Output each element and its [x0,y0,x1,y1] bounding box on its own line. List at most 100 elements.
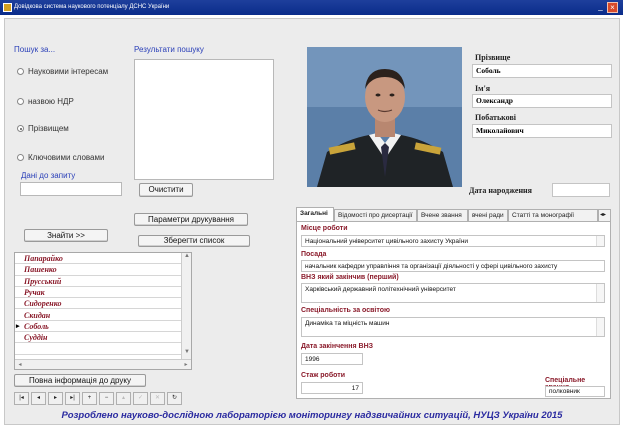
list-item-label: Папарайко [24,254,63,263]
tab-dissertations[interactable]: Відомості про дисертації [334,209,417,221]
birthdate-label: Дата народження [469,186,532,195]
field-scrollbar[interactable] [596,318,604,336]
clear-button[interactable]: Очистити [139,183,193,197]
grad-date-label: Дата закінчення ВНЗ [301,343,374,350]
tab-academic-title[interactable]: Вчене звання [417,209,468,221]
specialty-field[interactable]: Динаміка та міцність машин [301,317,605,337]
list-item[interactable]: Сидоренко [15,298,181,310]
list-item[interactable]: Ручак [15,287,181,299]
surname-list[interactable]: Папарайко Пашенко Прусський Ручак Сидоре… [14,252,192,370]
position-field[interactable]: начальник кафедри управління та організа… [301,260,605,272]
list-item[interactable]: Скидан [15,310,181,321]
scroll-left-icon[interactable]: ◂ [15,361,25,368]
list-item-label: Сидоренко [24,299,62,309]
tab-scroll-arrows[interactable]: ◂▸ [598,209,611,221]
radio-label: Науковими інтересам [28,67,109,76]
full-print-button[interactable]: Повна інформація до друку [14,374,146,387]
list-item[interactable]: Пашенко [15,264,181,276]
patronymic-field[interactable]: Миколайович [472,124,612,138]
current-row-icon: ▸ [16,321,20,330]
radio-icon [17,154,24,161]
post-record-icon[interactable]: ✓ [133,392,148,405]
query-input[interactable] [20,182,122,196]
surname-field[interactable]: Соболь [472,64,612,78]
special-rank-field[interactable]: полковник [545,386,605,397]
query-label: Дані до запиту [21,171,76,180]
experience-label: Стаж роботи [301,372,345,379]
list-item-label: Соболь [24,321,49,331]
university-value: Харківський державний політехнічний унів… [305,286,456,293]
list-item-label: Скидан [24,310,51,320]
photo-image [307,47,462,187]
edit-record-icon[interactable]: ▴ [116,392,131,405]
cancel-record-icon[interactable]: ✕ [150,392,165,405]
radio-label: Прізвищем [28,124,69,133]
person-photo [307,47,462,187]
delete-record-icon[interactable]: − [99,392,114,405]
first-name-label: Ім'я [475,84,491,93]
specialty-value: Динаміка та міцність машин [305,320,390,327]
tab-councils[interactable]: вчені ради [468,209,508,221]
results-memo[interactable] [134,59,274,180]
radio-selected-icon [17,125,24,132]
insert-record-icon[interactable]: + [82,392,97,405]
next-record-icon[interactable]: ▸ [48,392,63,405]
first-record-icon[interactable]: |◂ [14,392,29,405]
radio-option-interests[interactable]: Науковими інтересам [17,67,108,76]
tab-general[interactable]: Загальні [296,207,334,221]
minimize-button[interactable]: _ [595,2,606,13]
position-label: Посада [301,251,327,258]
chevron-right-icon[interactable]: ▸ [603,212,606,218]
surname-label: Прізвище [475,53,511,62]
list-item-label: Пашенко [24,265,57,275]
birthdate-field[interactable] [552,183,610,197]
workplace-field[interactable]: Національний університет цивільного захи… [301,235,605,247]
experience-field[interactable]: 17 [301,382,363,394]
specialty-label: Спеціальність за освітою [301,307,390,314]
workplace-label: Місце роботи [301,225,348,232]
app-icon [3,3,12,12]
radio-option-surname[interactable]: Прізвищем [17,124,69,133]
list-item-label: Прусський [24,276,62,286]
tab-panel-general: Місце роботи Національний університет ци… [296,221,611,399]
scroll-down-icon[interactable]: ▼ [182,349,191,355]
university-label: ВНЗ який закінчив (перший) [301,274,399,281]
list-horizontal-scrollbar[interactable]: ◂ ▸ [15,359,191,369]
grad-date-field[interactable]: 1996 [301,353,363,365]
field-scrollbar[interactable] [596,284,604,302]
scroll-right-icon[interactable]: ▸ [181,361,191,368]
radio-option-keywords[interactable]: Ключовими словами [17,153,104,162]
find-button[interactable]: Знайти >> [24,229,108,242]
list-item[interactable] [15,343,181,355]
radio-icon [17,98,24,105]
search-by-heading: Пошук за... [14,45,56,54]
first-name-field[interactable]: Олександр [472,94,612,108]
footer-credits: Розроблено науково-дослідною лабораторіє… [61,410,563,421]
save-list-button[interactable]: Зберегти список [138,235,250,247]
list-item[interactable]: Папарайко [15,253,181,265]
list-vertical-scrollbar[interactable]: ▲ ▼ [181,253,191,359]
last-record-icon[interactable]: ▸| [65,392,80,405]
refresh-icon[interactable]: ↻ [167,392,182,405]
list-item[interactable]: Прусський [15,276,181,287]
list-item-label: Суддін [24,333,48,343]
window-title-bar[interactable]: Довідкова система наукового потенціалу Д… [0,0,623,15]
radio-label: Ключовими словами [28,153,105,162]
field-scrollbar[interactable] [596,236,604,246]
results-heading: Результати пошуку [134,45,204,54]
radio-label: назвою НДР [28,97,74,106]
list-item-label: Ручак [24,287,45,297]
scroll-up-icon[interactable]: ▲ [182,253,191,259]
list-item[interactable]: Суддін [15,332,181,344]
close-button[interactable]: × [607,2,618,13]
window-title: Довідкова система наукового потенціалу Д… [14,4,170,10]
patronymic-label: Побатькові [475,113,517,122]
print-params-button[interactable]: Параметри друкування [134,213,248,226]
university-field[interactable]: Харківський державний політехнічний унів… [301,283,605,303]
tab-articles[interactable]: Статті та монографії [508,209,598,221]
radio-option-research-title[interactable]: назвою НДР [17,97,74,106]
prior-record-icon[interactable]: ◂ [31,392,46,405]
workplace-value: Національний університет цивільного захи… [305,238,469,245]
list-item-current[interactable]: ▸ Соболь [15,321,181,333]
radio-icon [17,68,24,75]
